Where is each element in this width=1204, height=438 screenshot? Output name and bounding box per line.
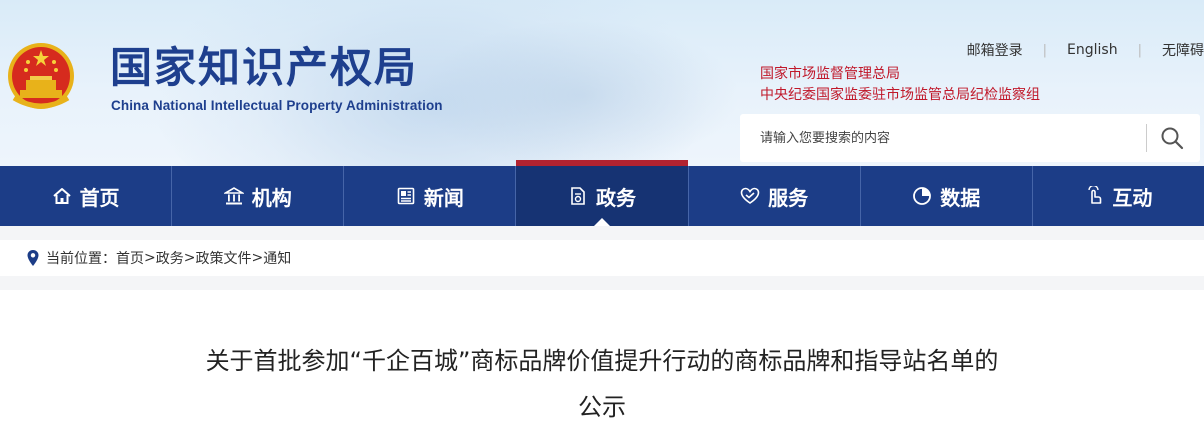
breadcrumb-policy-documents[interactable]: 政策文件 bbox=[195, 248, 251, 268]
divider: | bbox=[1042, 42, 1048, 58]
interaction-icon bbox=[1088, 186, 1102, 204]
nav-item-interaction[interactable]: 互动 bbox=[1033, 166, 1204, 226]
top-links: 邮箱登录 | English | 无障碍 bbox=[967, 40, 1204, 60]
nav-label: 政务 bbox=[595, 185, 636, 210]
nav-item-government-affairs[interactable]: 政务 bbox=[516, 160, 689, 226]
news-icon bbox=[397, 187, 415, 205]
globe-background-secondary bbox=[420, 20, 740, 166]
breadcrumb-separator: > bbox=[251, 250, 264, 266]
breadcrumb-prefix: 当前位置： bbox=[46, 251, 116, 267]
search-input[interactable] bbox=[760, 123, 1140, 153]
divider: | bbox=[1137, 42, 1142, 58]
search-icon[interactable] bbox=[1160, 126, 1184, 150]
nav-label: 互动 bbox=[1112, 185, 1153, 210]
location-pin-icon bbox=[27, 250, 39, 266]
article-title: 关于首批参加“千企百城”商标品牌价值提升行动的商标品牌和指导站名单的 公示 bbox=[0, 338, 1204, 430]
national-emblem-icon[interactable] bbox=[6, 40, 76, 114]
nav-item-institution[interactable]: 机构 bbox=[172, 166, 345, 226]
mail-login-link[interactable]: 邮箱登录 bbox=[967, 40, 1023, 60]
breadcrumb-separator: > bbox=[183, 250, 196, 266]
nav-item-home[interactable]: 首页 bbox=[0, 166, 173, 226]
search-divider bbox=[1146, 124, 1147, 152]
article-title-line-1: 关于首批参加“千企百城”商标品牌价值提升行动的商标品牌和指导站名单的 bbox=[205, 347, 999, 375]
breadcrumb-home[interactable]: 首页 bbox=[116, 248, 144, 268]
institution-icon bbox=[223, 187, 244, 205]
government-affairs-icon bbox=[571, 187, 585, 205]
accessibility-link[interactable]: 无障碍 bbox=[1162, 40, 1204, 60]
nav-item-news[interactable]: 新闻 bbox=[344, 166, 517, 226]
english-link[interactable]: English bbox=[1067, 42, 1118, 58]
breadcrumb-government-affairs[interactable]: 政务 bbox=[156, 248, 184, 268]
service-icon bbox=[740, 187, 760, 204]
home-icon bbox=[52, 188, 71, 204]
nav-label: 数据 bbox=[940, 185, 981, 210]
org-links: 国家市场监督管理总局 中央纪委国家监委驻市场监管总局纪检监察组 bbox=[760, 64, 1040, 106]
nav-label: 新闻 bbox=[423, 185, 464, 210]
nav-label: 机构 bbox=[251, 185, 292, 210]
site-subtitle: China National Intellectual Property Adm… bbox=[111, 98, 443, 113]
discipline-inspection-link[interactable]: 中央纪委国家监委驻市场监管总局纪检监察组 bbox=[760, 85, 1040, 106]
nav-label: 服务 bbox=[768, 185, 809, 210]
breadcrumb-notice[interactable]: 通知 bbox=[263, 248, 291, 268]
data-pie-icon bbox=[913, 187, 932, 205]
site-title[interactable]: 国家知识产权局 bbox=[110, 44, 418, 92]
breadcrumb-separator: > bbox=[144, 250, 156, 266]
samr-link[interactable]: 国家市场监督管理总局 bbox=[760, 64, 1040, 85]
site-header: 国家知识产权局 China National Intellectual Prop… bbox=[0, 0, 1204, 166]
nav-item-service[interactable]: 服务 bbox=[689, 166, 861, 226]
nav-item-data[interactable]: 数据 bbox=[861, 166, 1033, 226]
main-nav: 首页 机构 新闻 政务 服务 数据 互动 bbox=[0, 160, 1204, 226]
breadcrumb: 当前位置： 首页 > 政务 > 政策文件 > 通知 bbox=[0, 240, 1204, 276]
nav-label: 首页 bbox=[79, 185, 120, 210]
search-box bbox=[740, 114, 1200, 162]
article-title-line-2: 公示 bbox=[578, 393, 626, 421]
